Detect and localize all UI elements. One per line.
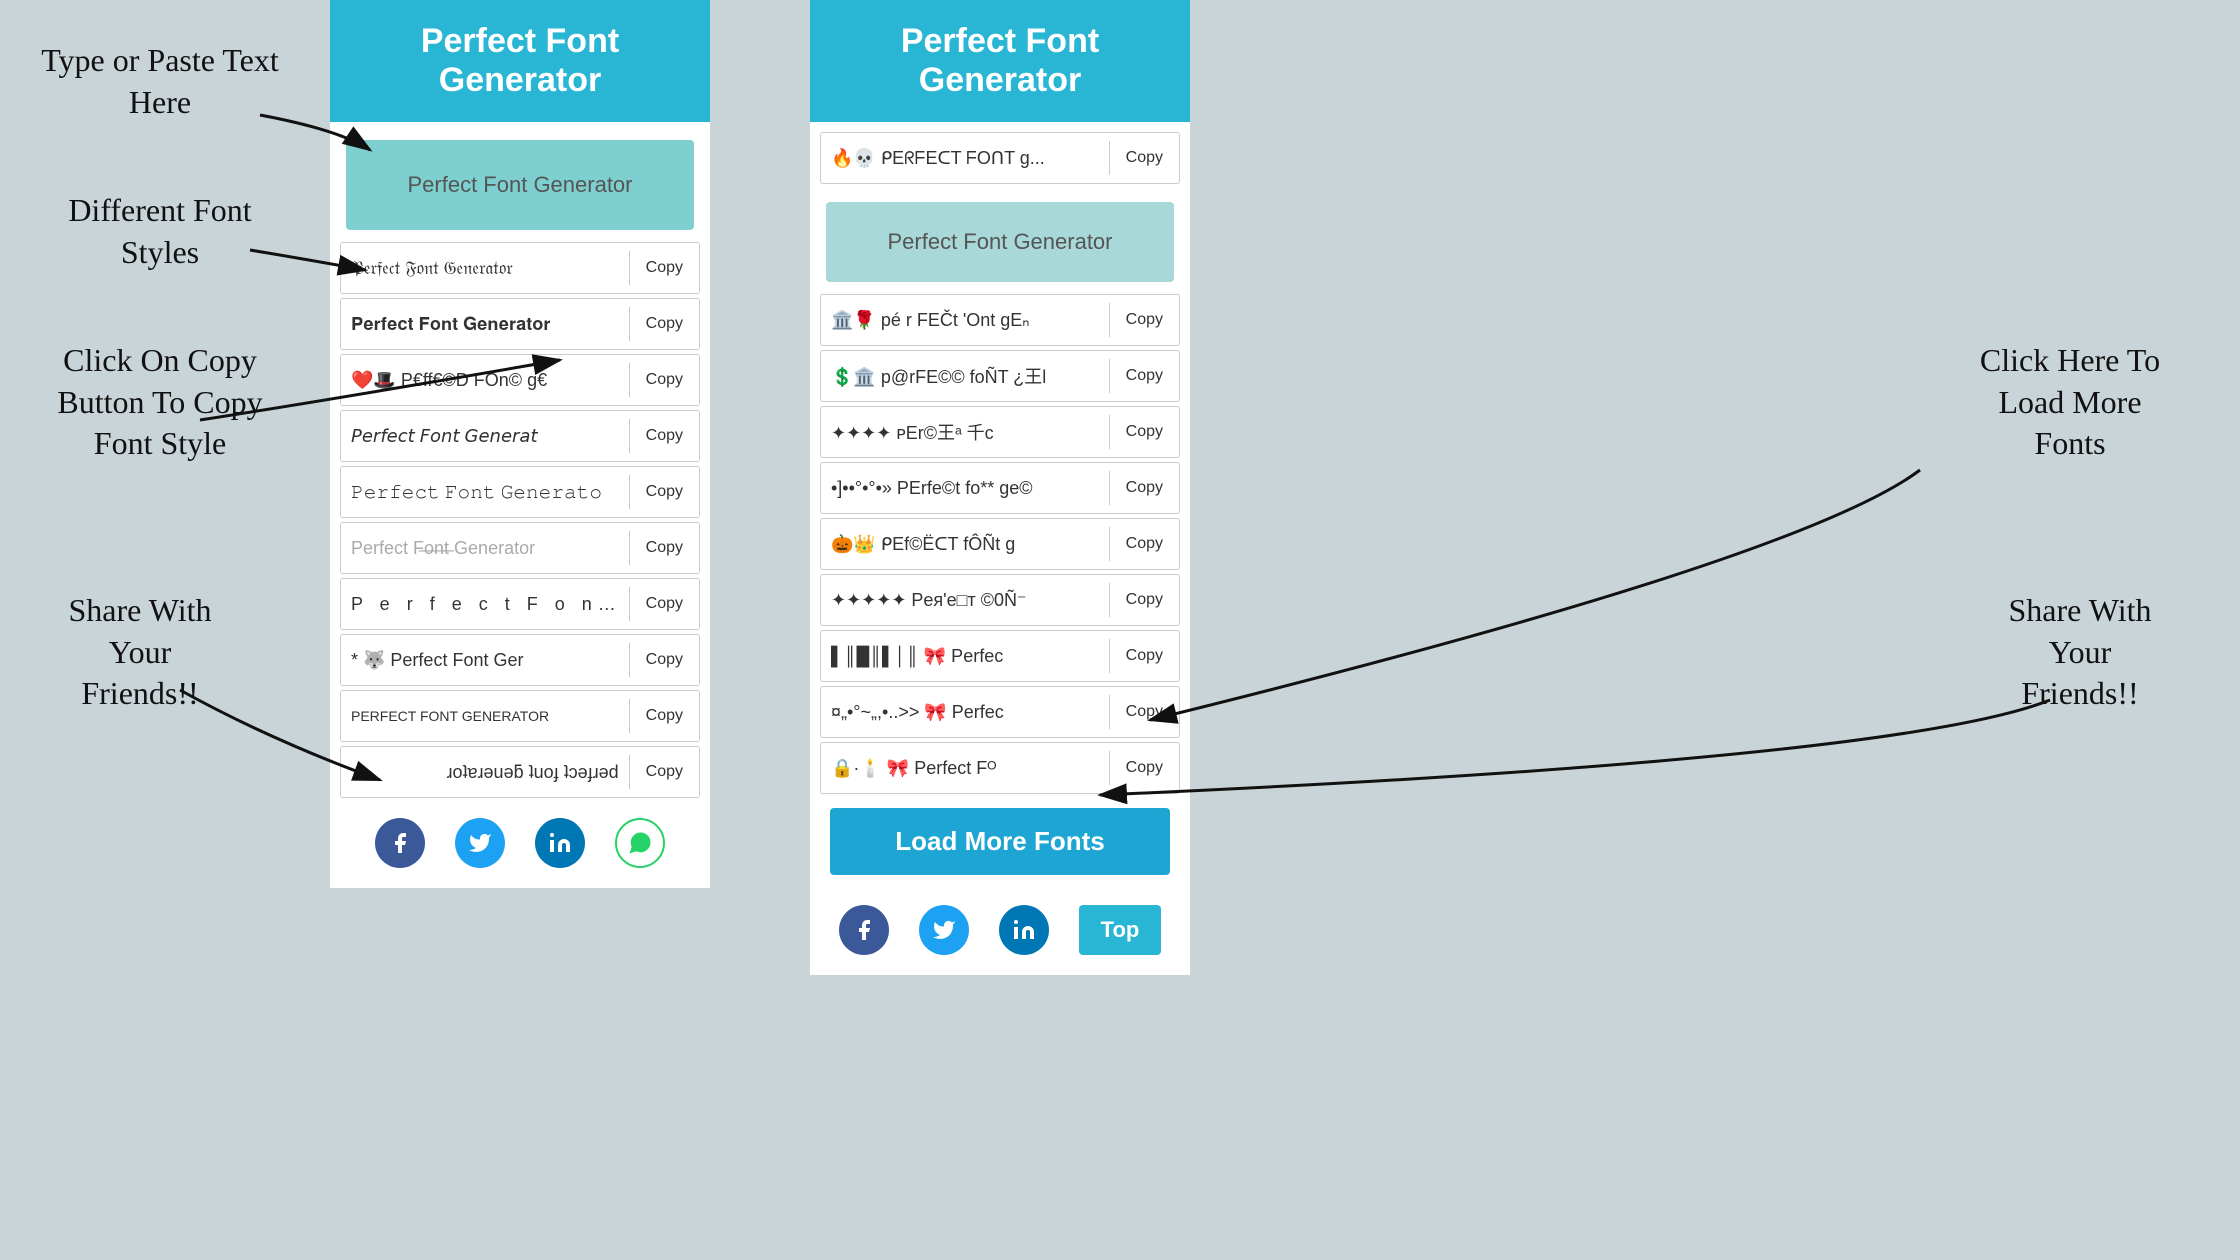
right-copy-btn-6[interactable]: Copy <box>1109 583 1179 617</box>
copy-btn-5[interactable]: Copy <box>629 475 699 509</box>
font-text-4: 𝘗𝘦𝘳𝘧𝘦𝘤𝘵 𝘍𝘰𝘯𝘵 𝘎𝘦𝘯𝘦𝘳𝘢𝘵 <box>341 418 629 455</box>
copy-btn-6[interactable]: Copy <box>629 531 699 565</box>
share-bar-left <box>330 802 710 888</box>
right-input-text: Perfect Font Generator <box>888 229 1113 255</box>
annotation-different-fonts: Different FontStyles <box>20 190 300 273</box>
font-row-6: Perfect F̶o̶n̶t̶ Generator Copy <box>340 522 700 574</box>
right-copy-btn-8[interactable]: Copy <box>1109 695 1179 729</box>
right-font-text-7: ▌║█║▌│║ 🎀 Perfec <box>821 638 1109 675</box>
font-text-2: 𝐏𝐞𝐫𝐟𝐞𝐜𝐭 𝐅𝐨𝐧𝐭 𝐆𝐞𝐧𝐞𝐫𝐚𝐭𝐨𝐫 <box>341 306 629 343</box>
copy-btn-4[interactable]: Copy <box>629 419 699 453</box>
right-font-text-8: ¤„•°~„,•..>> 🎀 Perfec <box>821 694 1109 731</box>
right-font-text-2: 💲🏛️ p@rFE©© foÑT ¿王l <box>821 355 1109 397</box>
font-row-7: P e r f e c t F o n t Copy <box>340 578 700 630</box>
copy-btn-3[interactable]: Copy <box>629 363 699 397</box>
right-copy-btn-2[interactable]: Copy <box>1109 359 1179 393</box>
facebook-icon-right[interactable] <box>839 905 889 955</box>
copy-btn-7[interactable]: Copy <box>629 587 699 621</box>
right-copy-btn-3[interactable]: Copy <box>1109 415 1179 449</box>
right-font-row-2: 💲🏛️ p@rFE©© foÑT ¿王l Copy <box>820 350 1180 402</box>
right-font-row-3: ✦✦✦✦ ᴘEr©王ᵃ 千c Copy <box>820 406 1180 458</box>
right-copy-btn-9[interactable]: Copy <box>1109 751 1179 785</box>
font-text-10: ɹoʇɐɹǝuǝƃ ʇuoɟ ʇɔǝɟɹǝd <box>341 754 629 791</box>
right-copy-btn-5[interactable]: Copy <box>1109 527 1179 561</box>
right-font-text-1: 🏛️🌹 pé r FEČt 'Ont gEₙ <box>821 302 1109 339</box>
right-copy-btn-0[interactable]: Copy <box>1109 141 1179 175</box>
twitter-icon-left[interactable] <box>455 818 505 868</box>
annotation-click-copy: Click On CopyButton To CopyFont Style <box>20 340 300 465</box>
right-font-text-9: 🔒·🕯️ 🎀 Perfect Fᴼ <box>821 750 1109 787</box>
linkedin-icon-right[interactable] <box>999 905 1049 955</box>
font-row-9: PERFECT FONT GENERATOR Copy <box>340 690 700 742</box>
linkedin-icon-left[interactable] <box>535 818 585 868</box>
facebook-icon-left[interactable] <box>375 818 425 868</box>
copy-btn-8[interactable]: Copy <box>629 643 699 677</box>
right-font-row-4: •]••°•°•» PErfe©t fo** ge© Copy <box>820 462 1180 514</box>
load-more-button[interactable]: Load More Fonts <box>830 808 1170 875</box>
right-font-row-8: ¤„•°~„,•..>> 🎀 Perfec Copy <box>820 686 1180 738</box>
font-row-5: 𝙿𝚎𝚛𝚏𝚎𝚌𝚝 𝙵𝚘𝚗𝚝 𝙶𝚎𝚗𝚎𝚛𝚊𝚝𝚘 Copy <box>340 466 700 518</box>
twitter-icon-right[interactable] <box>919 905 969 955</box>
left-panel-header: Perfect Font Generator <box>330 0 710 122</box>
copy-btn-10[interactable]: Copy <box>629 755 699 789</box>
font-text-9: PERFECT FONT GENERATOR <box>341 700 629 732</box>
copy-btn-9[interactable]: Copy <box>629 699 699 733</box>
right-font-text-6: ✦✦✦✦✦ Peя'e□т ©0Ñ⁻ <box>821 582 1109 619</box>
right-font-text-5: 🎃👑 ᑭEf©ЁᑕT fÔÑt g <box>821 526 1109 563</box>
right-copy-btn-1[interactable]: Copy <box>1109 303 1179 337</box>
font-row-2: 𝐏𝐞𝐫𝐟𝐞𝐜𝐭 𝐅𝐨𝐧𝐭 𝐆𝐞𝐧𝐞𝐫𝐚𝐭𝐨𝐫 Copy <box>340 298 700 350</box>
share-bar-right: Top <box>810 889 1190 975</box>
font-text-7: P e r f e c t F o n t <box>341 586 629 623</box>
right-font-text-0: 🔥💀 ᑭEᖇᖴEᑕT ᖴOᑎT g... <box>821 140 1109 177</box>
font-text-1: 𝔓𝔢𝔯𝔣𝔢𝔠𝔱 𝔉𝔬𝔫𝔱 𝔊𝔢𝔫𝔢𝔯𝔞𝔱𝔬𝔯 <box>341 250 629 287</box>
right-copy-btn-7[interactable]: Copy <box>1109 639 1179 673</box>
whatsapp-icon-left[interactable] <box>615 818 665 868</box>
right-copy-btn-4[interactable]: Copy <box>1109 471 1179 505</box>
top-button[interactable]: Top <box>1079 905 1162 955</box>
left-phone-panel: Perfect Font Generator Perfect Font Gene… <box>330 0 710 888</box>
right-font-row-7: ▌║█║▌│║ 🎀 Perfec Copy <box>820 630 1180 682</box>
font-row-10: ɹoʇɐɹǝuǝƃ ʇuoɟ ʇɔǝɟɹǝd Copy <box>340 746 700 798</box>
copy-btn-2[interactable]: Copy <box>629 307 699 341</box>
font-text-5: 𝙿𝚎𝚛𝚏𝚎𝚌𝚝 𝙵𝚘𝚗𝚝 𝙶𝚎𝚗𝚎𝚛𝚊𝚝𝚘 <box>341 474 629 511</box>
annotation-share-left: Share WithYourFriends!! <box>20 590 260 715</box>
right-font-text-3: ✦✦✦✦ ᴘEr©王ᵃ 千c <box>821 411 1109 453</box>
right-font-row-5: 🎃👑 ᑭEf©ЁᑕT fÔÑt g Copy <box>820 518 1180 570</box>
font-text-6: Perfect F̶o̶n̶t̶ Generator <box>341 530 629 567</box>
annotation-click-load: Click Here ToLoad MoreFonts <box>1920 340 2220 465</box>
annotation-share-right: Share WithYourFriends!! <box>1940 590 2220 715</box>
left-input-text: Perfect Font Generator <box>408 172 633 198</box>
right-font-row-9: 🔒·🕯️ 🎀 Perfect Fᴼ Copy <box>820 742 1180 794</box>
right-input-area[interactable]: Perfect Font Generator <box>826 202 1174 282</box>
font-text-3: ❤️🎩 P€ff€©D FOn© g€ <box>341 362 629 399</box>
right-panel-header: Perfect Font Generator <box>810 0 1190 122</box>
font-row-3: ❤️🎩 P€ff€©D FOn© g€ Copy <box>340 354 700 406</box>
right-font-row-0: 🔥💀 ᑭEᖇᖴEᑕT ᖴOᑎT g... Copy <box>820 132 1180 184</box>
right-font-row-1: 🏛️🌹 pé r FEČt 'Ont gEₙ Copy <box>820 294 1180 346</box>
copy-btn-1[interactable]: Copy <box>629 251 699 285</box>
font-text-8: * 🐺 Perfect Fᴏnt Ger <box>341 642 629 679</box>
right-phone-panel: Perfect Font Generator 🔥💀 ᑭEᖇᖴEᑕT ᖴOᑎT g… <box>810 0 1190 975</box>
font-row-8: * 🐺 Perfect Fᴏnt Ger Copy <box>340 634 700 686</box>
right-font-text-4: •]••°•°•» PErfe©t fo** ge© <box>821 470 1109 507</box>
annotation-type-paste: Type or Paste TextHere <box>20 40 300 123</box>
right-font-row-6: ✦✦✦✦✦ Peя'e□т ©0Ñ⁻ Copy <box>820 574 1180 626</box>
font-row-4: 𝘗𝘦𝘳𝘧𝘦𝘤𝘵 𝘍𝘰𝘯𝘵 𝘎𝘦𝘯𝘦𝘳𝘢𝘵 Copy <box>340 410 700 462</box>
left-input-area[interactable]: Perfect Font Generator <box>346 140 694 230</box>
font-row-1: 𝔓𝔢𝔯𝔣𝔢𝔠𝔱 𝔉𝔬𝔫𝔱 𝔊𝔢𝔫𝔢𝔯𝔞𝔱𝔬𝔯 Copy <box>340 242 700 294</box>
